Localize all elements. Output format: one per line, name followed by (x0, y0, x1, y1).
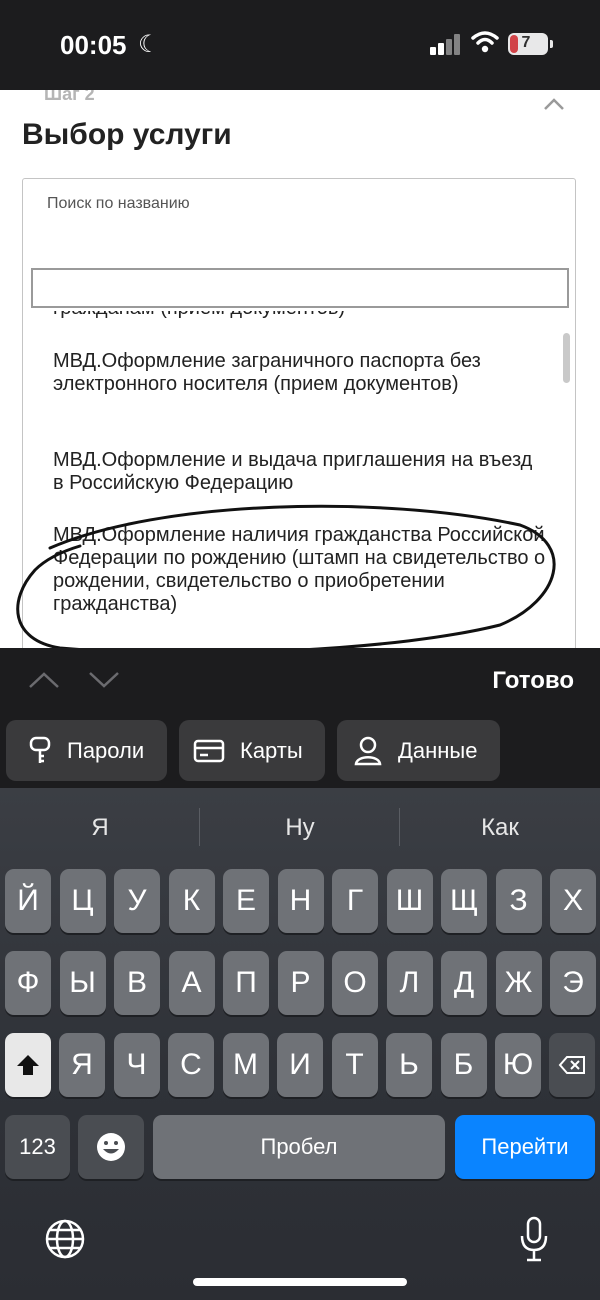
select-placeholder: Поиск по названию (47, 195, 190, 212)
microphone-icon[interactable] (518, 1216, 550, 1262)
key[interactable]: О (332, 951, 378, 1015)
key[interactable]: Л (386, 951, 433, 1015)
globe-icon[interactable] (44, 1218, 86, 1260)
go-key[interactable]: Перейти (455, 1115, 595, 1179)
options-list[interactable]: гражданам (прием документов) МВД.Оформле… (23, 311, 575, 648)
passwords-label: Пароли (67, 738, 145, 763)
list-item[interactable]: гражданам (прием документов) (53, 311, 543, 320)
key[interactable]: Ю (495, 1033, 541, 1097)
page-title: Выбор услуги (22, 118, 232, 151)
key[interactable]: З (495, 869, 542, 933)
key[interactable]: Р (277, 951, 324, 1015)
list-item[interactable]: МВД.Оформление и выдача приглашения на в… (53, 449, 543, 495)
key[interactable]: С (168, 1033, 214, 1097)
web-page: Шаг 2 Выбор услуги Поиск по названию гра… (0, 90, 600, 648)
search-input[interactable] (31, 268, 569, 308)
key[interactable]: Ф (5, 951, 51, 1015)
key[interactable]: М (222, 1033, 269, 1097)
key[interactable]: Ы (59, 951, 106, 1015)
numbers-key[interactable]: 123 (5, 1115, 70, 1179)
key[interactable]: Я (59, 1033, 105, 1097)
key[interactable]: Э (550, 951, 596, 1015)
key[interactable]: К (168, 869, 215, 933)
cards-label: Карты (240, 738, 303, 763)
home-indicator (193, 1278, 407, 1286)
collapse-chevron-icon[interactable] (542, 96, 566, 112)
key[interactable]: А (168, 951, 215, 1015)
key[interactable]: Н (277, 869, 324, 933)
autofill-bar: Пароли Карты Данные (0, 714, 600, 788)
backspace-key[interactable] (549, 1033, 595, 1097)
key[interactable]: Г (332, 869, 378, 933)
passwords-button[interactable]: Пароли (6, 720, 167, 781)
key[interactable]: Е (223, 869, 269, 933)
next-field-icon[interactable] (88, 670, 120, 690)
key[interactable]: Ч (113, 1033, 160, 1097)
emoji-icon (97, 1133, 125, 1161)
contacts-button[interactable]: Данные (337, 720, 500, 781)
suggestion-1[interactable]: Я (0, 814, 200, 842)
keyboard-accessory-bar: Готово (0, 648, 600, 714)
shift-arrow-icon (17, 1055, 39, 1075)
cards-button[interactable]: Карты (179, 720, 325, 781)
screen: 00:05 ☾ 7 Шаг 2 Выбор услуги Поиск по на… (0, 0, 600, 1300)
keyboard: Я Ну Как ЙЦУКЕНГШЩЗХ ФЫВАПРОЛДЖЭ ЯЧСМИТЬ… (0, 788, 600, 1300)
credit-card-icon (193, 739, 225, 763)
contacts-label: Данные (398, 738, 478, 763)
backspace-icon (558, 1056, 585, 1074)
previous-field-icon[interactable] (28, 670, 60, 690)
key-icon (29, 736, 51, 763)
shift-key[interactable] (5, 1033, 51, 1097)
do-not-disturb-icon: ☾ (138, 31, 160, 58)
key[interactable]: Ш (386, 869, 433, 933)
status-bar: 00:05 ☾ 7 (0, 0, 600, 90)
key[interactable]: Ь (386, 1033, 432, 1097)
list-item[interactable]: МВД.Оформление наличия гражданства Росси… (53, 524, 553, 616)
done-button[interactable]: Готово (492, 667, 574, 695)
person-icon (354, 736, 382, 766)
space-key[interactable]: Пробел (153, 1115, 445, 1179)
key[interactable]: Й (5, 869, 51, 933)
key[interactable]: Ж (495, 951, 542, 1015)
wifi-icon (471, 31, 499, 53)
battery-icon: 7 (508, 33, 553, 55)
list-item[interactable]: МВД.Оформление заграничного паспорта без… (53, 350, 543, 396)
key[interactable]: В (114, 951, 160, 1015)
key[interactable]: Щ (441, 869, 487, 933)
suggestion-2[interactable]: Ну (200, 814, 400, 842)
clock: 00:05 (60, 30, 127, 60)
key[interactable]: И (277, 1033, 323, 1097)
cellular-signal-icon (430, 33, 462, 55)
emoji-key[interactable] (78, 1115, 144, 1179)
key[interactable]: Б (440, 1033, 487, 1097)
key[interactable]: Д (441, 951, 487, 1015)
key[interactable]: Т (331, 1033, 378, 1097)
key[interactable]: Х (550, 869, 596, 933)
step-label: Шаг 2 (44, 90, 95, 104)
key[interactable]: Ц (59, 869, 106, 933)
scrollbar[interactable] (563, 333, 570, 383)
suggestion-3[interactable]: Как (400, 814, 600, 842)
key[interactable]: П (223, 951, 269, 1015)
key[interactable]: У (114, 869, 160, 933)
service-select[interactable]: Поиск по названию гражданам (прием докум… (22, 178, 576, 648)
battery-level: 7 (521, 34, 531, 51)
